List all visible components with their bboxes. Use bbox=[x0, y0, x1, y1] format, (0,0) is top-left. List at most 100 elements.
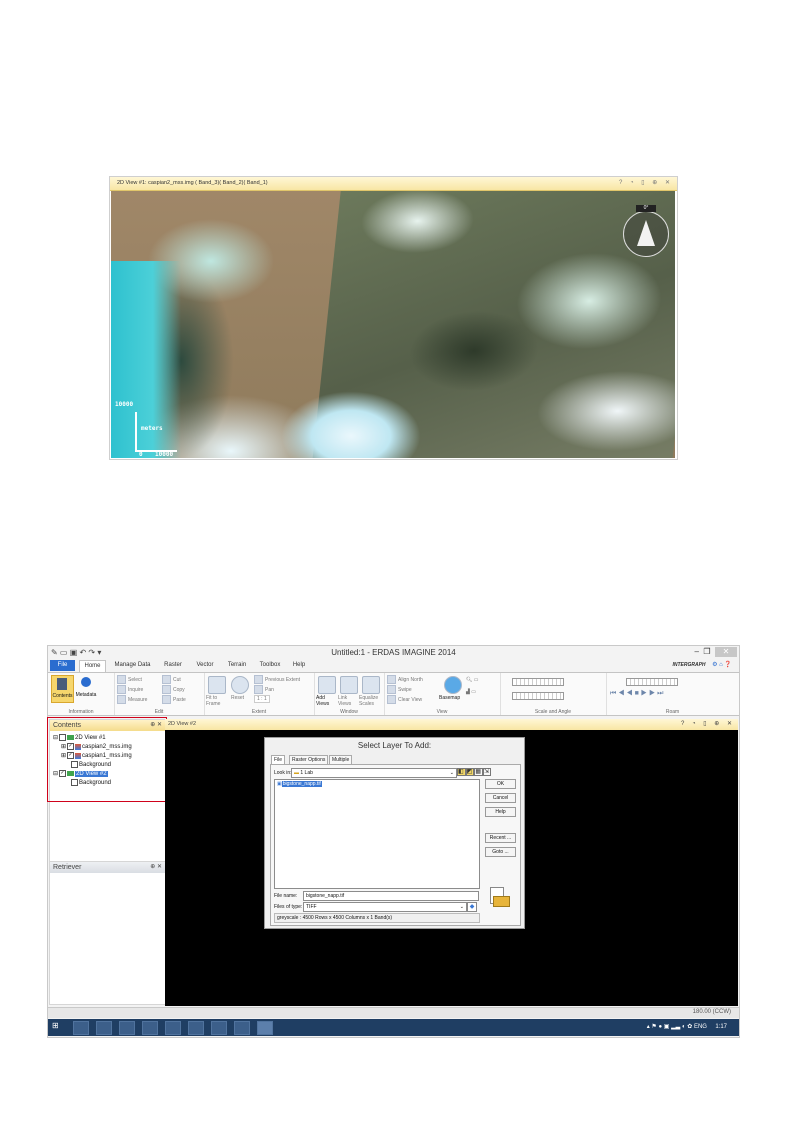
contents-icon bbox=[57, 678, 67, 690]
scale-vertical-line bbox=[135, 412, 137, 452]
files-of-type-select[interactable]: TIFF ⌄ bbox=[303, 902, 467, 912]
scale-slider[interactable] bbox=[512, 678, 564, 686]
browser-icon[interactable] bbox=[165, 1021, 181, 1035]
file-list-item[interactable]: bigstone_napp.tif bbox=[281, 781, 322, 787]
zoom-icon bbox=[254, 675, 263, 684]
tab-manage-data[interactable]: Manage Data bbox=[110, 660, 155, 671]
add-views-label[interactable]: Add Views bbox=[316, 695, 336, 707]
add-views-icon[interactable] bbox=[318, 676, 336, 694]
file-list[interactable]: ▣bigstone_napp.tif bbox=[274, 779, 480, 889]
help-icons[interactable]: ⚙ ⌂ ❓ bbox=[708, 660, 736, 671]
compass-angle-label: 0° bbox=[636, 205, 656, 212]
view-window-controls[interactable]: ? ◔ ▯ ⊕ ✕ bbox=[619, 177, 673, 190]
reset-icon[interactable] bbox=[231, 676, 249, 694]
measure-button[interactable]: Measure bbox=[117, 695, 147, 704]
tray-icons[interactable]: ▴ ⚑ ● ▣ ▂▃ ◐ ✿ bbox=[647, 1024, 694, 1030]
reset-label[interactable]: Reset bbox=[231, 695, 244, 701]
clear-view-button[interactable]: Clear View bbox=[387, 695, 422, 704]
metadata-label: Metadata bbox=[75, 692, 97, 698]
start-icon[interactable]: ⊞ bbox=[52, 1021, 66, 1033]
roam-speed-slider[interactable] bbox=[626, 678, 678, 686]
chrome-icon[interactable] bbox=[96, 1021, 112, 1035]
calculator-icon[interactable] bbox=[119, 1021, 135, 1035]
equalize-scales-icon[interactable] bbox=[362, 676, 380, 694]
cut-button[interactable]: Cut bbox=[162, 675, 181, 684]
inquire-button[interactable]: Inquire bbox=[117, 685, 143, 694]
restore-icon[interactable]: ❐ bbox=[703, 647, 710, 656]
highlight-box bbox=[47, 717, 167, 802]
tab-raster[interactable]: Raster bbox=[158, 660, 188, 671]
satellite-image[interactable]: 0° 10000 meters 0 10000 bbox=[111, 191, 675, 458]
screenshot-erdas-window: ✎ ▭ ▣ ↶ ↷ ▾ Untitled:1 - ERDAS IMAGINE 2… bbox=[47, 645, 740, 1038]
select-button[interactable]: Select bbox=[117, 675, 142, 684]
goto-button[interactable]: Goto ... bbox=[485, 847, 516, 857]
excel-icon[interactable] bbox=[188, 1021, 204, 1035]
view-window-controls[interactable]: ? ◔ ▯ ⊕ ✕ bbox=[681, 719, 735, 730]
look-in-value: 1 Lab bbox=[300, 770, 313, 776]
ok-button[interactable]: OK bbox=[485, 779, 516, 789]
link-views-icon[interactable] bbox=[340, 676, 358, 694]
swipe-label: Swipe bbox=[398, 686, 412, 693]
ribbon-group-extent: Fit to Frame Reset Previous Extent Pan 1… bbox=[204, 673, 315, 715]
scale-bottom-value: 10000 bbox=[155, 451, 174, 458]
system-tray[interactable]: ▴ ⚑ ● ▣ ▂▃ ◐ ✿ ENG 1:17 bbox=[647, 1023, 727, 1030]
fit-frame-icon[interactable] bbox=[208, 676, 226, 694]
help-button[interactable]: Help bbox=[485, 807, 516, 817]
select-label: Select bbox=[128, 676, 142, 683]
contents-button[interactable]: Contents bbox=[51, 675, 74, 703]
type-options-icon[interactable]: ◆ bbox=[467, 902, 477, 912]
tab-toolbox[interactable]: Toolbox bbox=[254, 660, 286, 671]
app-title: Untitled:1 - ERDAS IMAGINE 2014 bbox=[331, 648, 456, 657]
tab-vector[interactable]: Vector bbox=[190, 660, 220, 671]
hand-icon bbox=[254, 685, 263, 694]
language-indicator[interactable]: ENG bbox=[694, 1024, 707, 1030]
ribbon-group-information: Contents Metadata Information bbox=[48, 673, 115, 715]
clock[interactable]: 1:17 bbox=[715, 1024, 727, 1030]
zoom-ratio-box[interactable]: 1 : 1 bbox=[254, 695, 270, 703]
tab-file[interactable]: File bbox=[50, 660, 75, 671]
recent-button[interactable]: Recent ... bbox=[485, 833, 516, 843]
tab-help[interactable]: Help bbox=[288, 660, 310, 671]
fit-to-frame-label[interactable]: Fit to Frame bbox=[206, 695, 228, 707]
copy-button[interactable]: Copy bbox=[162, 685, 185, 694]
folder-nav-icons[interactable]: ◧ ◩ ▦ ⇲ bbox=[457, 768, 492, 776]
cancel-button[interactable]: Cancel bbox=[485, 793, 516, 803]
dialog-panel: Look in: ▬ 1 Lab ⌄ ◧ ◩ ▦ ⇲ ▣bigstone_napp.t… bbox=[270, 764, 521, 926]
previous-extent-label: Previous Extent bbox=[265, 676, 301, 683]
rotation-readout: 180.00 (CCW) bbox=[692, 1009, 731, 1015]
tab-terrain[interactable]: Terrain bbox=[222, 660, 252, 671]
previous-extent-button[interactable]: Previous Extent bbox=[254, 675, 300, 684]
layer-tools-icon[interactable]: ▟ ▭ bbox=[466, 689, 476, 695]
pan-button[interactable]: Pan bbox=[254, 685, 274, 694]
view2-title: 2D View #2 bbox=[168, 721, 197, 727]
paste-button[interactable]: Paste bbox=[162, 695, 186, 704]
angle-slider[interactable] bbox=[512, 692, 564, 700]
dialog-title: Select Layer To Add: bbox=[357, 741, 432, 750]
minimize-icon[interactable]: – bbox=[694, 647, 698, 656]
panel-pin-close-icon[interactable]: ⊕ ✕ bbox=[150, 862, 162, 873]
outlook-icon[interactable] bbox=[142, 1021, 158, 1035]
north-arrow-icon[interactable]: 0° bbox=[623, 205, 669, 257]
window-controls[interactable]: – ❐ ✕ bbox=[694, 647, 737, 657]
look-in-select[interactable]: ▬ 1 Lab ⌄ bbox=[291, 768, 457, 778]
file-name-input[interactable]: bigstone_napp.tif bbox=[303, 891, 479, 901]
align-north-button[interactable]: Align North bbox=[387, 675, 423, 684]
globe-icon[interactable] bbox=[444, 676, 462, 694]
info-icon bbox=[81, 677, 91, 687]
close-icon[interactable]: ✕ bbox=[715, 647, 737, 657]
erdas-taskbar-icon[interactable] bbox=[257, 1021, 273, 1035]
powerpoint-icon[interactable] bbox=[211, 1021, 227, 1035]
roam-playback-icons[interactable]: ⏮ ◀ ◀ ■ ▶ ▶ ⏭ bbox=[610, 690, 663, 698]
explorer-icon[interactable] bbox=[73, 1021, 89, 1035]
app-icon[interactable] bbox=[234, 1021, 250, 1035]
basemap-label[interactable]: Basemap bbox=[439, 695, 460, 701]
group-label-scale-angle: Scale and Angle bbox=[534, 709, 572, 715]
swipe-button[interactable]: Swipe bbox=[387, 685, 412, 694]
zoom-tools-icon[interactable]: 🔍︎ ▭ bbox=[466, 677, 478, 683]
windows-taskbar: ⊞ ▴ ⚑ ● ▣ ▂▃ ◐ ✿ ENG 1:17 bbox=[48, 1019, 739, 1036]
tab-home[interactable]: Home bbox=[79, 660, 106, 672]
files-of-type-value: TIFF bbox=[306, 904, 317, 910]
metadata-button[interactable]: Metadata bbox=[75, 675, 97, 701]
link-views-label[interactable]: Link Views bbox=[338, 695, 358, 707]
equalize-scales-label[interactable]: Equalize Scales bbox=[359, 695, 383, 707]
